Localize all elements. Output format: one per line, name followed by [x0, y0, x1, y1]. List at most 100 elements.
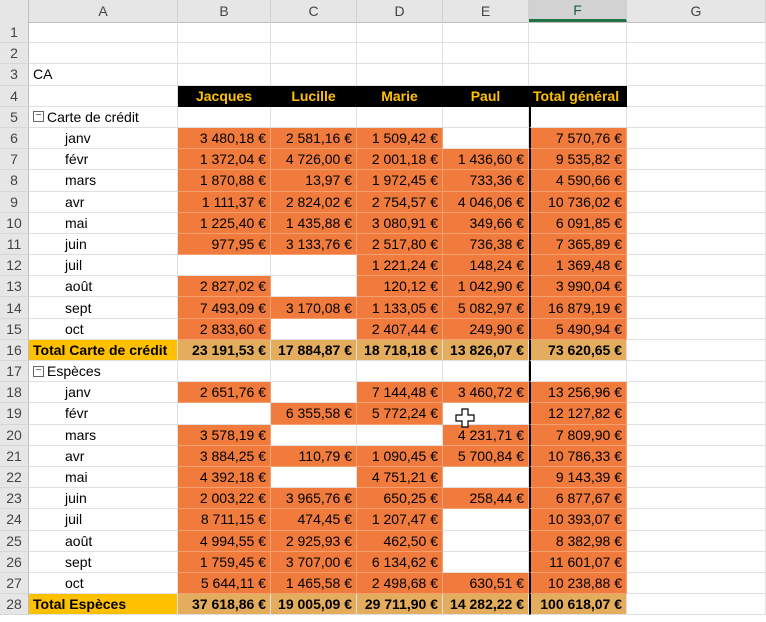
empty-cell[interactable] — [357, 106, 443, 128]
value-cell[interactable]: 2 001,18 € — [357, 149, 443, 171]
value-cell[interactable]: 1 042,90 € — [443, 276, 529, 298]
value-cell[interactable] — [178, 403, 271, 425]
row-header-11[interactable]: 11 — [0, 233, 29, 256]
empty-cell[interactable] — [29, 43, 178, 65]
value-cell[interactable]: 1 870,88 € — [178, 170, 271, 192]
empty-cell[interactable] — [443, 64, 529, 86]
empty-cell[interactable] — [627, 403, 766, 425]
value-cell[interactable]: 1 090,45 € — [357, 445, 443, 467]
group-total-cell[interactable]: 13 826,07 € — [443, 339, 529, 361]
column-label-lucille[interactable]: Lucille — [271, 85, 357, 107]
value-cell[interactable] — [443, 466, 529, 489]
month-label[interactable]: août — [29, 276, 178, 298]
row-header-3[interactable]: 3 — [0, 64, 29, 86]
row-header-18[interactable]: 18 — [0, 382, 29, 404]
value-cell[interactable]: 13,97 € — [271, 170, 357, 192]
value-cell[interactable]: 3 578,19 € — [178, 424, 271, 446]
value-cell[interactable]: 3 170,08 € — [271, 297, 357, 319]
group-total-cell[interactable]: 29 711,90 € — [357, 594, 443, 616]
row-header-27[interactable]: 27 — [0, 572, 29, 595]
column-label-jacques[interactable]: Jacques — [178, 85, 271, 107]
empty-cell[interactable] — [178, 43, 271, 65]
value-cell[interactable]: 7 144,48 € — [357, 382, 443, 404]
value-cell[interactable]: 733,36 € — [443, 170, 529, 192]
value-cell[interactable]: 1 133,05 € — [357, 297, 443, 319]
empty-cell[interactable] — [178, 64, 271, 86]
row-header-16[interactable]: 16 — [0, 339, 29, 361]
value-cell[interactable]: 2 833,60 € — [178, 318, 271, 340]
collapse-minus-icon[interactable]: − — [33, 111, 44, 123]
month-label[interactable]: sept — [29, 551, 178, 573]
row-total-cell[interactable]: 5 490,94 € — [529, 318, 627, 340]
month-label[interactable]: juil — [29, 509, 178, 531]
value-cell[interactable]: 6 355,58 € — [271, 403, 357, 425]
value-cell[interactable]: 2 517,80 € — [357, 233, 443, 256]
value-cell[interactable]: 110,79 € — [271, 445, 357, 467]
row-header-7[interactable]: 7 — [0, 149, 29, 171]
value-cell[interactable]: 2 498,68 € — [357, 572, 443, 595]
value-cell[interactable]: 650,25 € — [357, 488, 443, 510]
month-label[interactable]: janv — [29, 382, 178, 404]
empty-cell[interactable] — [627, 551, 766, 573]
month-label[interactable]: juil — [29, 255, 178, 277]
value-cell[interactable]: 1 225,40 € — [178, 212, 271, 234]
value-cell[interactable]: 3 080,91 € — [357, 212, 443, 234]
value-cell[interactable]: 5 772,24 € — [357, 403, 443, 425]
empty-cell[interactable] — [357, 64, 443, 86]
empty-cell[interactable] — [627, 127, 766, 150]
value-cell[interactable]: 6 134,62 € — [357, 551, 443, 573]
empty-cell[interactable] — [357, 22, 443, 44]
empty-cell[interactable] — [443, 106, 529, 128]
empty-cell[interactable] — [178, 106, 271, 128]
row-header-12[interactable]: 12 — [0, 255, 29, 277]
column-header-b[interactable]: B — [178, 0, 271, 22]
value-cell[interactable]: 3 480,18 € — [178, 127, 271, 150]
row-total-cell[interactable]: 10 786,33 € — [529, 445, 627, 467]
empty-cell[interactable] — [271, 361, 357, 383]
value-cell[interactable]: 2 754,57 € — [357, 191, 443, 213]
empty-cell[interactable] — [627, 233, 766, 256]
row-header-2[interactable]: 2 — [0, 43, 29, 65]
value-cell[interactable]: 148,24 € — [443, 255, 529, 277]
empty-cell[interactable] — [627, 85, 766, 107]
row-total-cell[interactable]: 6 877,67 € — [529, 488, 627, 510]
month-label[interactable]: mai — [29, 466, 178, 489]
empty-cell[interactable] — [357, 361, 443, 383]
empty-cell[interactable] — [529, 361, 627, 383]
empty-cell[interactable] — [271, 106, 357, 128]
value-cell[interactable]: 5 700,84 € — [443, 445, 529, 467]
row-total-cell[interactable]: 10 238,88 € — [529, 572, 627, 595]
empty-cell[interactable] — [529, 22, 627, 44]
month-label[interactable]: févr — [29, 149, 178, 171]
column-header-e[interactable]: E — [443, 0, 529, 22]
empty-cell[interactable] — [357, 43, 443, 65]
value-cell[interactable]: 462,50 € — [357, 530, 443, 552]
value-cell[interactable]: 3 460,72 € — [443, 382, 529, 404]
row-total-cell[interactable]: 16 879,19 € — [529, 297, 627, 319]
value-cell[interactable] — [357, 424, 443, 446]
month-label[interactable]: févr — [29, 403, 178, 425]
empty-cell[interactable] — [627, 445, 766, 467]
value-cell[interactable]: 2 003,22 € — [178, 488, 271, 510]
row-total-cell[interactable]: 12 127,82 € — [529, 403, 627, 425]
empty-cell[interactable] — [627, 530, 766, 552]
group-grand-total[interactable]: 100 618,07 € — [529, 594, 627, 616]
value-cell[interactable]: 4 751,21 € — [357, 466, 443, 489]
empty-cell[interactable] — [627, 212, 766, 234]
value-cell[interactable]: 5 082,97 € — [443, 297, 529, 319]
value-cell[interactable]: 120,12 € — [357, 276, 443, 298]
value-cell[interactable]: 8 711,15 € — [178, 509, 271, 531]
value-cell[interactable]: 4 726,00 € — [271, 149, 357, 171]
row-header-21[interactable]: 21 — [0, 445, 29, 467]
column-label-paul[interactable]: Paul — [443, 85, 529, 107]
value-cell[interactable]: 1 972,45 € — [357, 170, 443, 192]
value-cell[interactable]: 4 994,55 € — [178, 530, 271, 552]
group-total-label[interactable]: Total Carte de crédit — [29, 339, 178, 361]
value-cell[interactable]: 249,90 € — [443, 318, 529, 340]
empty-cell[interactable] — [627, 191, 766, 213]
value-cell[interactable] — [271, 466, 357, 489]
column-header-a[interactable]: A — [29, 0, 178, 22]
empty-cell[interactable] — [443, 43, 529, 65]
column-label-marie[interactable]: Marie — [357, 85, 443, 107]
group-total-cell[interactable]: 23 191,53 € — [178, 339, 271, 361]
